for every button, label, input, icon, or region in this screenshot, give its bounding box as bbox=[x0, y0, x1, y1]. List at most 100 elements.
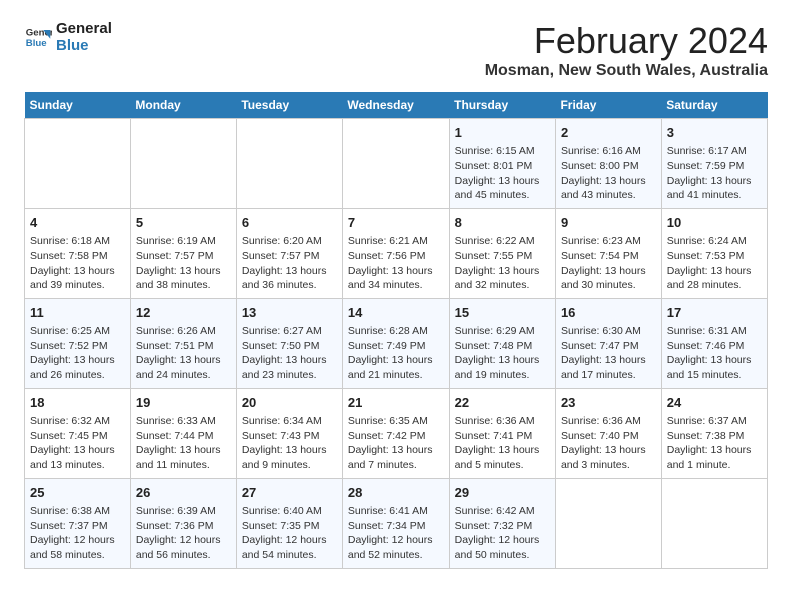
calendar-week-row: 18Sunrise: 6:32 AMSunset: 7:45 PMDayligh… bbox=[25, 388, 768, 478]
day-info: and 30 minutes. bbox=[561, 278, 656, 293]
day-number: 9 bbox=[561, 214, 656, 232]
calendar-cell: 15Sunrise: 6:29 AMSunset: 7:48 PMDayligh… bbox=[449, 298, 555, 388]
calendar-cell: 27Sunrise: 6:40 AMSunset: 7:35 PMDayligh… bbox=[236, 478, 342, 568]
day-info: Sunrise: 6:42 AM bbox=[455, 504, 550, 519]
day-number: 20 bbox=[242, 394, 337, 412]
logo-line2: Blue bbox=[56, 37, 112, 54]
calendar-cell: 18Sunrise: 6:32 AMSunset: 7:45 PMDayligh… bbox=[25, 388, 131, 478]
calendar-header-row: SundayMondayTuesdayWednesdayThursdayFrid… bbox=[25, 92, 768, 119]
day-info: Sunset: 7:50 PM bbox=[242, 339, 337, 354]
day-info: Daylight: 13 hours bbox=[667, 353, 762, 368]
day-info: Sunset: 7:56 PM bbox=[348, 249, 444, 264]
calendar-cell: 4Sunrise: 6:18 AMSunset: 7:58 PMDaylight… bbox=[25, 208, 131, 298]
day-info: Daylight: 12 hours bbox=[348, 533, 444, 548]
day-info: and 32 minutes. bbox=[455, 278, 550, 293]
day-info: Daylight: 13 hours bbox=[30, 264, 125, 279]
day-number: 19 bbox=[136, 394, 231, 412]
day-info: and 24 minutes. bbox=[136, 368, 231, 383]
day-info: Sunset: 7:57 PM bbox=[136, 249, 231, 264]
day-info: Sunset: 7:44 PM bbox=[136, 429, 231, 444]
calendar-cell bbox=[25, 119, 131, 209]
calendar-cell: 23Sunrise: 6:36 AMSunset: 7:40 PMDayligh… bbox=[555, 388, 661, 478]
day-info: Sunrise: 6:30 AM bbox=[561, 324, 656, 339]
day-info: and 3 minutes. bbox=[561, 458, 656, 473]
day-info: Daylight: 13 hours bbox=[30, 443, 125, 458]
day-info: and 50 minutes. bbox=[455, 548, 550, 563]
day-info: Daylight: 13 hours bbox=[242, 264, 337, 279]
day-info: Sunrise: 6:19 AM bbox=[136, 234, 231, 249]
day-info: Sunrise: 6:29 AM bbox=[455, 324, 550, 339]
day-info: Sunset: 8:00 PM bbox=[561, 159, 656, 174]
day-number: 13 bbox=[242, 304, 337, 322]
calendar-week-row: 11Sunrise: 6:25 AMSunset: 7:52 PMDayligh… bbox=[25, 298, 768, 388]
day-info: Daylight: 13 hours bbox=[136, 443, 231, 458]
calendar-cell: 17Sunrise: 6:31 AMSunset: 7:46 PMDayligh… bbox=[661, 298, 767, 388]
day-info: Sunrise: 6:38 AM bbox=[30, 504, 125, 519]
calendar-cell: 22Sunrise: 6:36 AMSunset: 7:41 PMDayligh… bbox=[449, 388, 555, 478]
day-info: Sunset: 7:43 PM bbox=[242, 429, 337, 444]
day-info: Sunset: 7:58 PM bbox=[30, 249, 125, 264]
day-info: Sunset: 8:01 PM bbox=[455, 159, 550, 174]
calendar-cell: 6Sunrise: 6:20 AMSunset: 7:57 PMDaylight… bbox=[236, 208, 342, 298]
day-number: 12 bbox=[136, 304, 231, 322]
calendar-cell: 11Sunrise: 6:25 AMSunset: 7:52 PMDayligh… bbox=[25, 298, 131, 388]
day-info: Daylight: 13 hours bbox=[455, 264, 550, 279]
day-info: Sunrise: 6:21 AM bbox=[348, 234, 444, 249]
day-info: and 36 minutes. bbox=[242, 278, 337, 293]
day-info: Sunrise: 6:36 AM bbox=[455, 414, 550, 429]
calendar-header-monday: Monday bbox=[130, 92, 236, 119]
day-info: Sunrise: 6:27 AM bbox=[242, 324, 337, 339]
day-info: Sunrise: 6:40 AM bbox=[242, 504, 337, 519]
day-info: and 21 minutes. bbox=[348, 368, 444, 383]
day-info: Sunset: 7:48 PM bbox=[455, 339, 550, 354]
calendar-cell: 3Sunrise: 6:17 AMSunset: 7:59 PMDaylight… bbox=[661, 119, 767, 209]
calendar-cell: 29Sunrise: 6:42 AMSunset: 7:32 PMDayligh… bbox=[449, 478, 555, 568]
day-info: Daylight: 13 hours bbox=[561, 353, 656, 368]
day-info: Sunset: 7:38 PM bbox=[667, 429, 762, 444]
day-info: and 58 minutes. bbox=[30, 548, 125, 563]
day-info: Sunrise: 6:32 AM bbox=[30, 414, 125, 429]
day-info: Sunset: 7:36 PM bbox=[136, 519, 231, 534]
day-info: and 52 minutes. bbox=[348, 548, 444, 563]
calendar-cell: 2Sunrise: 6:16 AMSunset: 8:00 PMDaylight… bbox=[555, 119, 661, 209]
day-info: and 13 minutes. bbox=[30, 458, 125, 473]
day-info: and 39 minutes. bbox=[30, 278, 125, 293]
calendar-cell: 1Sunrise: 6:15 AMSunset: 8:01 PMDaylight… bbox=[449, 119, 555, 209]
day-info: and 15 minutes. bbox=[667, 368, 762, 383]
day-info: Sunrise: 6:35 AM bbox=[348, 414, 444, 429]
day-info: and 1 minute. bbox=[667, 458, 762, 473]
calendar-cell: 9Sunrise: 6:23 AMSunset: 7:54 PMDaylight… bbox=[555, 208, 661, 298]
day-info: and 34 minutes. bbox=[348, 278, 444, 293]
day-info: Sunset: 7:57 PM bbox=[242, 249, 337, 264]
day-info: Sunset: 7:54 PM bbox=[561, 249, 656, 264]
day-info: Sunrise: 6:17 AM bbox=[667, 144, 762, 159]
day-info: and 19 minutes. bbox=[455, 368, 550, 383]
day-info: Sunset: 7:55 PM bbox=[455, 249, 550, 264]
calendar-header-saturday: Saturday bbox=[661, 92, 767, 119]
day-info: and 45 minutes. bbox=[455, 188, 550, 203]
title-section: February 2024 Mosman, New South Wales, A… bbox=[485, 20, 768, 80]
day-info: Daylight: 13 hours bbox=[455, 353, 550, 368]
day-info: Daylight: 13 hours bbox=[136, 353, 231, 368]
day-info: Daylight: 13 hours bbox=[136, 264, 231, 279]
day-info: Sunset: 7:59 PM bbox=[667, 159, 762, 174]
day-info: Daylight: 13 hours bbox=[348, 443, 444, 458]
day-info: Sunset: 7:37 PM bbox=[30, 519, 125, 534]
logo: General Blue General Blue bbox=[24, 20, 112, 54]
day-info: Daylight: 13 hours bbox=[455, 443, 550, 458]
day-number: 16 bbox=[561, 304, 656, 322]
calendar-cell: 19Sunrise: 6:33 AMSunset: 7:44 PMDayligh… bbox=[130, 388, 236, 478]
day-info: Daylight: 12 hours bbox=[30, 533, 125, 548]
day-info: Sunrise: 6:15 AM bbox=[455, 144, 550, 159]
day-info: Sunrise: 6:41 AM bbox=[348, 504, 444, 519]
calendar-cell bbox=[130, 119, 236, 209]
day-info: Sunset: 7:46 PM bbox=[667, 339, 762, 354]
day-info: Sunrise: 6:28 AM bbox=[348, 324, 444, 339]
day-number: 18 bbox=[30, 394, 125, 412]
day-info: Sunrise: 6:24 AM bbox=[667, 234, 762, 249]
day-number: 27 bbox=[242, 484, 337, 502]
day-info: Daylight: 13 hours bbox=[30, 353, 125, 368]
calendar-cell: 16Sunrise: 6:30 AMSunset: 7:47 PMDayligh… bbox=[555, 298, 661, 388]
day-number: 2 bbox=[561, 124, 656, 142]
day-info: Sunset: 7:34 PM bbox=[348, 519, 444, 534]
